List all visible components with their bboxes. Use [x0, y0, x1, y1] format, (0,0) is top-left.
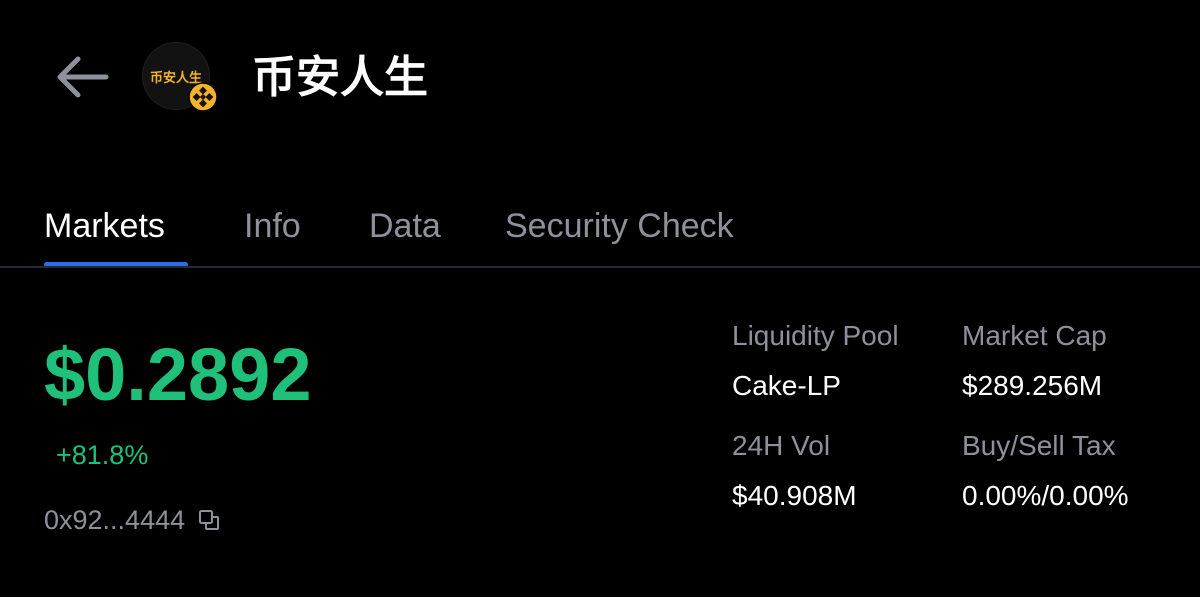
contract-address-row[interactable]: 0x92...4444: [44, 502, 221, 538]
tab-data[interactable]: Data: [369, 204, 441, 248]
market-cap-label: Market Cap: [962, 320, 1107, 351]
tab-markets[interactable]: Markets: [44, 204, 165, 248]
tab-bar: Markets Info Data Security Check: [0, 196, 1200, 268]
price-change: +81.8%: [56, 440, 149, 470]
liquidity-pool-value: Cake-LP: [732, 370, 841, 401]
market-cap-value: $289.256M: [962, 370, 1103, 401]
bnb-chain-icon: [188, 82, 218, 112]
vol-24h-value: $40.908M: [732, 480, 857, 511]
tab-divider: [0, 266, 1200, 268]
token-name: 币安人生: [252, 52, 428, 103]
liquidity-pool-label: Liquidity Pool: [732, 320, 899, 351]
tab-info[interactable]: Info: [244, 204, 301, 248]
tab-security-check[interactable]: Security Check: [505, 204, 734, 248]
copy-icon[interactable]: [197, 508, 221, 532]
page-header: 币安人生 币安人生: [0, 0, 1200, 160]
vol-24h-label: 24H Vol: [732, 430, 831, 461]
token-avatar-group: 币安人生: [142, 42, 222, 122]
buy-sell-tax-label: Buy/Sell Tax: [962, 430, 1116, 461]
token-price: $0.2892: [44, 333, 312, 416]
buy-sell-tax-value: 0.00%/0.00%: [962, 480, 1129, 511]
contract-address: 0x92...4444: [44, 505, 186, 535]
back-button[interactable]: [48, 48, 114, 106]
arrow-left-icon: [57, 56, 109, 98]
